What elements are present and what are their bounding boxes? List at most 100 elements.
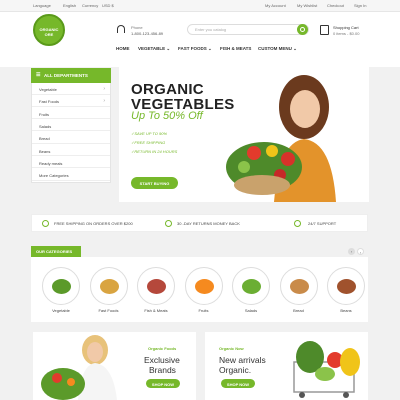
checkout-link[interactable]: Checkout: [327, 3, 344, 8]
logo[interactable]: ORGANIC ORE: [33, 14, 65, 46]
plus-icon: [294, 220, 301, 227]
sign-in-link[interactable]: Sign In: [354, 3, 366, 8]
category-thumbnail: [147, 279, 166, 294]
cart-summary: 0 items - $0.00: [333, 31, 360, 36]
category-thumbnail: [242, 279, 261, 294]
category-image[interactable]: [279, 267, 318, 305]
category-thumbnail: [52, 279, 71, 294]
sidebar-item[interactable]: Salads: [32, 121, 110, 132]
phone-number: 1-800-123-456-89: [131, 31, 164, 36]
category-item[interactable]: Fish & Meats: [136, 267, 176, 313]
free-shipping-text: FREE SHIPPING ON ORDERS OVER $200: [54, 221, 133, 226]
sidebar-item[interactable]: Bread: [32, 133, 110, 144]
hero-banner: ORGANIC VEGETABLES Up To 50% Off ✓SAVE U…: [119, 67, 369, 202]
start-buying-button[interactable]: START BUYING: [131, 177, 178, 189]
promo-image-cart: [293, 341, 360, 398]
sidebar-item-label: Fruits: [39, 111, 49, 117]
promo-image-woman: [41, 335, 117, 400]
category-item[interactable]: Beans: [326, 267, 366, 313]
category-label: Beans: [340, 308, 352, 313]
category-item[interactable]: Salads: [231, 267, 271, 313]
category-thumbnail: [99, 279, 119, 294]
departments-sidebar: ALL DEPARTMENTS Vegetable › Fast Foods › Fru…: [31, 68, 111, 183]
category-image[interactable]: [327, 267, 365, 305]
category-label: Bread: [293, 308, 304, 313]
category-label: Salads: [244, 308, 258, 313]
chevron-right-icon: ›: [103, 98, 105, 105]
sidebar-item-label: Fast Foods: [39, 99, 60, 105]
banner-tag: Organic Foods: [148, 346, 177, 351]
sidebar-item-label: Salads: [39, 123, 52, 129]
banner-title: New arrivals: [219, 355, 266, 365]
nav-custom-menu[interactable]: CUSTOM MENU ⌄: [258, 46, 297, 52]
shop-now-button[interactable]: SHOP NOW: [221, 379, 255, 388]
support-text: 24/7 SUPPORT: [308, 221, 337, 226]
category-thumbnail: [289, 279, 309, 294]
my-wishlist-link[interactable]: My Wishlist: [297, 3, 317, 8]
category-label: Vegetable: [52, 308, 70, 313]
sidebar-item-label: Beans: [39, 148, 51, 154]
thumbs-up-icon: [165, 220, 172, 227]
money-back-text: 30 -DAY RETURNS MONEY BACK: [177, 221, 240, 226]
logo-text: ORGANIC ORE: [39, 27, 59, 37]
promo-banner-new-arrivals[interactable]: Organic Now New arrivals Organic. SHOP N…: [205, 332, 368, 400]
sidebar-item[interactable]: Vegetable ›: [32, 84, 110, 95]
cart-label[interactable]: Shopping Cart: [333, 25, 359, 30]
category-label: Fast Foods: [98, 308, 119, 313]
shop-now-button[interactable]: SHOP NOW: [146, 379, 180, 388]
category-image[interactable]: [232, 267, 270, 305]
categories-title: OUR CATEGORIES: [31, 246, 81, 257]
sidebar-item-label: Bread: [39, 136, 50, 142]
top-bar: Language English Currency USD $ My Accou…: [0, 0, 400, 12]
services-bar: FREE SHIPPING ON ORDERS OVER $200 30 -DA…: [31, 214, 368, 232]
headset-icon: [117, 25, 125, 33]
sidebar-item[interactable]: Beans: [32, 146, 110, 156]
chevron-left-icon[interactable]: ‹: [348, 248, 355, 255]
sidebar-item[interactable]: Ready meals: [32, 158, 110, 169]
banner-tag: Organic Now: [219, 346, 244, 351]
all-departments-header[interactable]: ALL DEPARTMENTS: [31, 68, 111, 83]
banner-title: Organic.: [219, 365, 252, 375]
category-item[interactable]: Bread: [279, 267, 319, 313]
category-item[interactable]: Fruits: [184, 267, 224, 313]
hero-image: [226, 75, 336, 202]
nav-fast-foods[interactable]: FAST FOODS ⌄: [178, 46, 212, 52]
phone-label: Phone: [131, 25, 143, 30]
nav-fish-meats[interactable]: FISH & MEATS: [220, 46, 251, 51]
sidebar-item-label: More Categories: [39, 173, 69, 179]
category-label: Fruits: [198, 308, 209, 313]
nav-home[interactable]: HOME: [116, 46, 130, 51]
hero-feature: ✓RETURN IN 24 HOURS: [131, 149, 178, 154]
language-label: Language: [33, 3, 51, 8]
heart-icon: [42, 220, 49, 227]
sidebar-item-label: Ready meals: [39, 160, 63, 166]
sidebar-item[interactable]: Fast Foods ›: [32, 96, 110, 107]
category-thumbnail: [337, 279, 356, 294]
category-image[interactable]: [89, 267, 128, 305]
categories-carousel: Vegetable Fast Foods Fish & Meats Fruits Sal…: [31, 257, 368, 322]
chevron-right-icon: ›: [103, 86, 105, 92]
my-account-link[interactable]: My Account: [265, 3, 286, 8]
search-input[interactable]: Enter you catalog: [187, 24, 309, 35]
nav-vegetable[interactable]: VEGETABLE ⌄: [138, 46, 170, 52]
category-image[interactable]: [184, 267, 223, 305]
sidebar-item[interactable]: Fruits: [32, 109, 110, 120]
category-image[interactable]: [42, 267, 80, 305]
category-label: Fish & Meats: [144, 308, 168, 313]
sidebar-item[interactable]: More Categories: [32, 170, 110, 181]
category-image[interactable]: [137, 267, 175, 305]
sidebar-item-label: Vegetable: [39, 87, 57, 92]
chevron-right-icon[interactable]: ›: [357, 248, 364, 255]
category-item[interactable]: Vegetable: [41, 267, 81, 313]
search-icon[interactable]: [297, 24, 308, 35]
currency-select[interactable]: USD $: [102, 3, 114, 8]
banner-title: Exclusive: [144, 355, 180, 365]
cart-icon[interactable]: [320, 25, 329, 35]
promo-banner-exclusive[interactable]: Organic Foods Exclusive Brands SHOP NOW: [33, 332, 196, 400]
hero-subtitle: Up To 50% Off: [131, 110, 203, 122]
category-item[interactable]: Fast Foods: [89, 267, 129, 313]
currency-label: Currency: [82, 3, 99, 8]
language-select[interactable]: English: [63, 3, 76, 8]
search-placeholder: Enter you catalog: [195, 27, 227, 32]
hero-feature: ✓FREE SHIPPING: [131, 140, 166, 145]
